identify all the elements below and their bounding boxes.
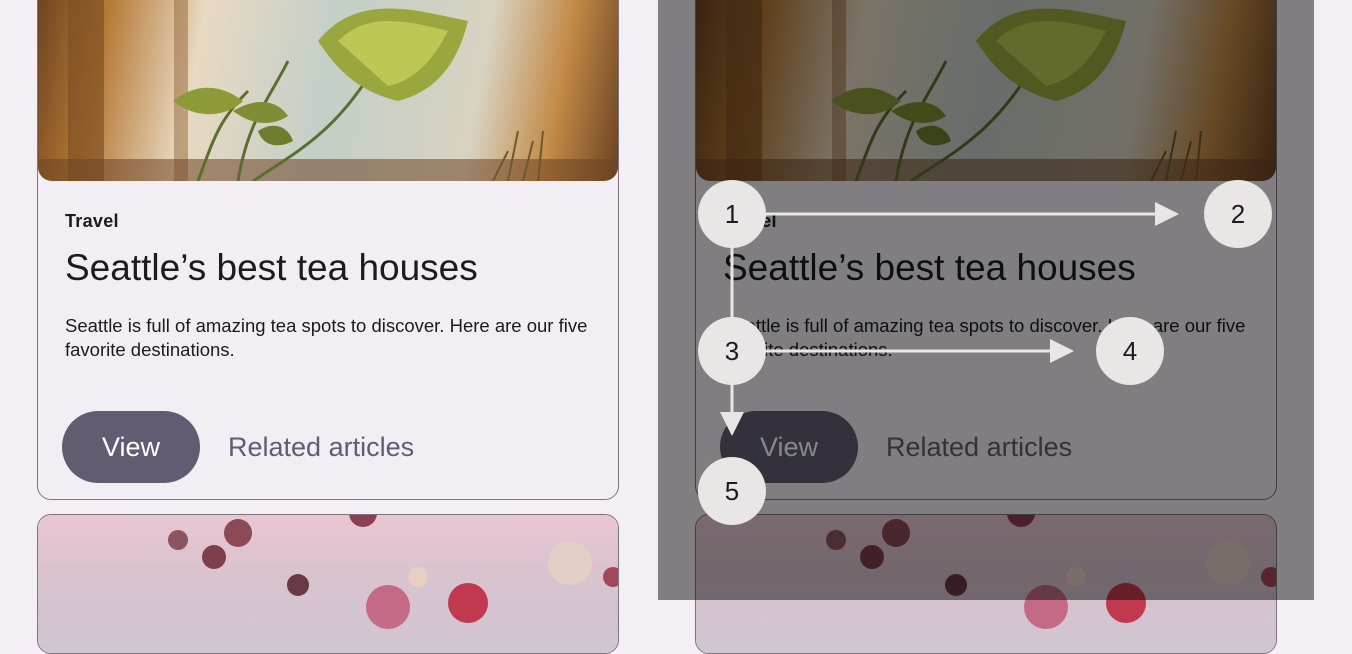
card-example-panel: Travel Seattle’s best tea houses Seattle… xyxy=(0,0,658,654)
focus-marker-4: 4 xyxy=(1096,317,1164,385)
card-headline: Seattle’s best tea houses xyxy=(65,247,478,288)
focus-order-panel: Travel Seattle’s best tea houses Seattle… xyxy=(658,0,1314,654)
focus-marker-1: 1 xyxy=(698,180,766,248)
next-card[interactable] xyxy=(37,514,619,654)
card-hero-image xyxy=(38,0,618,181)
card-eyebrow: Travel xyxy=(65,211,119,231)
balloons-image xyxy=(38,515,618,653)
view-button[interactable]: View xyxy=(62,411,200,483)
article-card[interactable]: Travel Seattle’s best tea houses Seattle… xyxy=(37,0,619,500)
focus-marker-2: 2 xyxy=(1204,180,1272,248)
card-supporting-text: Seattle is full of amazing tea spots to … xyxy=(65,315,588,360)
focus-marker-5: 5 xyxy=(698,457,766,525)
related-articles-button[interactable]: Related articles xyxy=(228,411,414,483)
focus-marker-3: 3 xyxy=(698,317,766,385)
